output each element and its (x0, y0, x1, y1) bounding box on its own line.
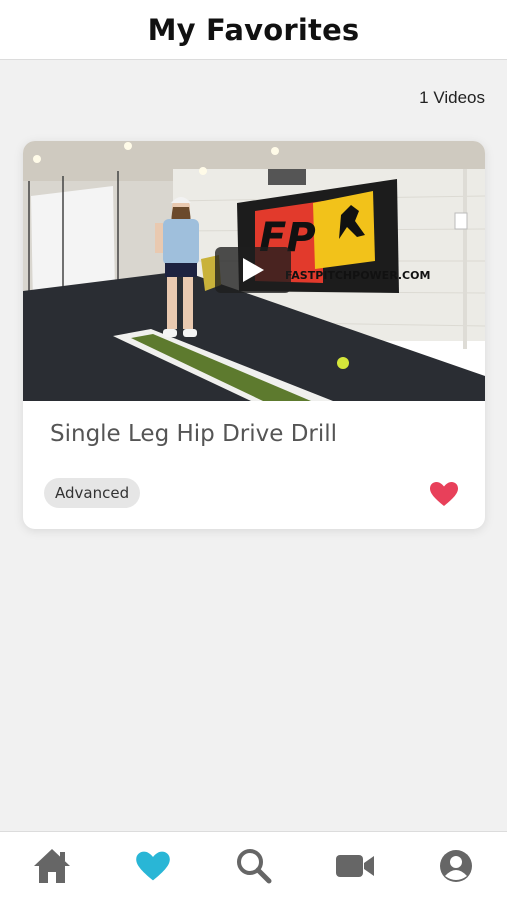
home-icon (34, 849, 70, 883)
heart-icon (136, 851, 170, 881)
app-header: My Favorites (0, 0, 507, 60)
tab-videos[interactable] (333, 846, 377, 886)
play-icon (243, 258, 264, 282)
svg-text:FASTPITCHPOWER.COM: FASTPITCHPOWER.COM (285, 269, 430, 282)
tab-profile[interactable] (434, 846, 478, 886)
tab-favorites[interactable] (131, 846, 175, 886)
video-camera-icon (336, 855, 374, 877)
level-badge: Advanced (44, 478, 141, 508)
page-title: My Favorites (147, 12, 360, 47)
favorite-button[interactable] (429, 481, 459, 507)
video-card[interactable]: FP FASTPITCHPOWER.COM Single Leg Hip Dri… (23, 141, 485, 529)
bottom-tab-bar (0, 831, 507, 900)
video-thumbnail[interactable]: FP FASTPITCHPOWER.COM (23, 141, 485, 401)
profile-icon (440, 850, 472, 882)
tab-search[interactable] (232, 846, 276, 886)
video-title[interactable]: Single Leg Hip Drive Drill (50, 421, 337, 447)
play-button[interactable] (215, 247, 291, 293)
search-icon (237, 849, 272, 884)
tab-home[interactable] (30, 846, 74, 886)
heart-icon (430, 482, 458, 506)
video-count: 1 Videos (419, 88, 485, 107)
